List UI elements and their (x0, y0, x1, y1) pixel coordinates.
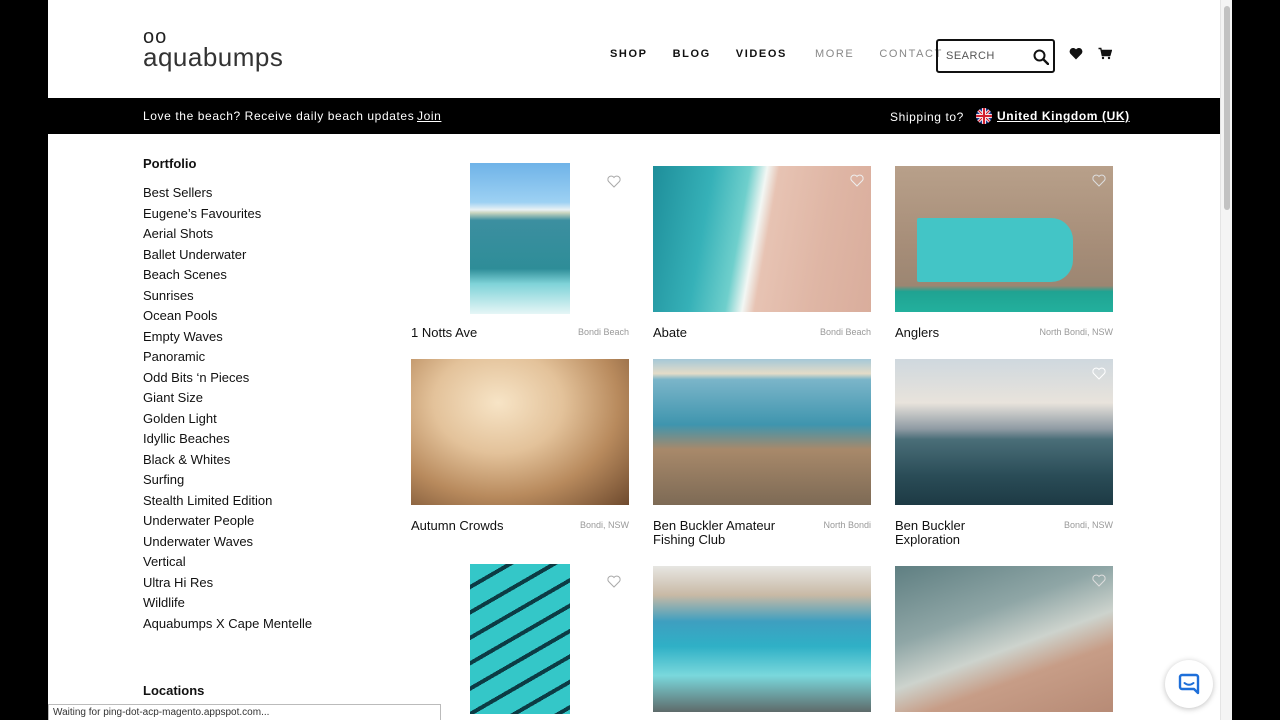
scrollbar-thumb[interactable] (1224, 6, 1230, 210)
product-image[interactable] (653, 166, 871, 312)
page: oo aquabumps SHOP BLOG VIDEOS MORE CONTA… (48, 0, 1220, 720)
wishlist-heart-icon[interactable] (607, 575, 621, 593)
wishlist-heart-icon[interactable] (1092, 174, 1106, 192)
product-name[interactable]: Ben Buckler Amateur Fishing Club (653, 519, 793, 547)
product-location: Bondi, NSW (579, 520, 629, 530)
uk-flag-icon (976, 108, 992, 127)
country-selector[interactable]: United Kingdom (UK) (997, 109, 1130, 123)
nav-blog[interactable]: BLOG (673, 48, 711, 60)
sidebar-item-idyllic-beaches[interactable]: Idyllic Beaches (143, 431, 312, 452)
product-card[interactable] (411, 564, 629, 720)
portfolio-list: Best Sellers Eugene’s Favourites Aerial … (143, 185, 312, 636)
join-link[interactable]: Join (417, 109, 441, 123)
sidebar-item-best-sellers[interactable]: Best Sellers (143, 185, 312, 206)
product-card[interactable]: Anglers North Bondi, NSW (895, 166, 1113, 346)
sidebar-item-golden-light[interactable]: Golden Light (143, 411, 312, 432)
browser-status-bar: Waiting for ping-dot-acp-magento.appspot… (48, 704, 441, 720)
nav-more[interactable]: MORE (815, 48, 854, 60)
sidebar-item-sunrises[interactable]: Sunrises (143, 288, 312, 309)
scrollbar[interactable] (1220, 0, 1232, 720)
product-location: North Bondi, NSW (1039, 327, 1113, 337)
product-image[interactable] (653, 566, 871, 712)
product-image[interactable] (470, 564, 570, 714)
wishlist-heart-icon[interactable] (1092, 574, 1106, 592)
promo-text: Love the beach? Receive daily beach upda… (143, 109, 415, 123)
sidebar-item-surfing[interactable]: Surfing (143, 472, 312, 493)
sidebar-item-aerial-shots[interactable]: Aerial Shots (143, 226, 312, 247)
product-name[interactable]: Autumn Crowds (411, 519, 503, 533)
product-image[interactable] (895, 166, 1113, 312)
locations-heading: Locations (143, 683, 205, 698)
sidebar-item-vertical[interactable]: Vertical (143, 554, 312, 575)
product-name[interactable]: Abate (653, 326, 687, 340)
search-input[interactable] (946, 48, 1026, 64)
product-card[interactable] (895, 566, 1113, 720)
sidebar-item-stealth-limited-edition[interactable]: Stealth Limited Edition (143, 493, 312, 514)
sidebar-item-cape-mentelle[interactable]: Aquabumps X Cape Mentelle (143, 616, 312, 637)
nav-shop[interactable]: SHOP (610, 48, 648, 60)
wishlist-heart-icon[interactable] (607, 175, 621, 193)
product-image[interactable] (653, 359, 871, 505)
heart-icon[interactable] (1069, 47, 1083, 65)
sidebar-item-odd-bits[interactable]: Odd Bits ‘n Pieces (143, 370, 312, 391)
sidebar-item-eugenes-favourites[interactable]: Eugene’s Favourites (143, 206, 312, 227)
product-image[interactable] (470, 163, 570, 314)
chat-icon (1178, 673, 1200, 700)
logo[interactable]: oo aquabumps (143, 27, 284, 72)
product-card[interactable]: Ben Buckler Amateur Fishing Club North B… (653, 359, 871, 549)
logo-wordmark: aquabumps (143, 42, 284, 72)
sidebar-item-ballet-underwater[interactable]: Ballet Underwater (143, 247, 312, 268)
product-card[interactable]: Abate Bondi Beach (653, 166, 871, 346)
product-image[interactable] (895, 566, 1113, 712)
product-name[interactable]: Ben Buckler Exploration (895, 519, 995, 547)
wishlist-heart-icon[interactable] (1092, 367, 1106, 385)
product-location: Bondi, NSW (1063, 520, 1113, 530)
product-location: North Bondi (823, 520, 871, 530)
product-card[interactable]: Autumn Crowds Bondi, NSW (411, 359, 629, 549)
sidebar-item-beach-scenes[interactable]: Beach Scenes (143, 267, 312, 288)
nav-videos[interactable]: VIDEOS (736, 48, 787, 60)
search-box[interactable] (936, 39, 1055, 73)
shipping-label: Shipping to? (890, 110, 964, 124)
sidebar-item-giant-size[interactable]: Giant Size (143, 390, 312, 411)
product-image[interactable] (895, 359, 1113, 505)
product-image[interactable] (411, 359, 629, 505)
product-card[interactable]: 1 Notts Ave Bondi Beach (411, 163, 629, 343)
chat-widget-button[interactable] (1165, 660, 1213, 708)
nav-contact[interactable]: CONTACT (879, 48, 943, 60)
product-name[interactable]: 1 Notts Ave (411, 326, 477, 340)
sidebar-item-ultra-hi-res[interactable]: Ultra Hi Res (143, 575, 312, 596)
product-name[interactable]: Anglers (895, 326, 939, 340)
sidebar-item-panoramic[interactable]: Panoramic (143, 349, 312, 370)
portfolio-heading: Portfolio (143, 156, 197, 171)
cart-icon[interactable] (1098, 47, 1113, 65)
sidebar-item-underwater-people[interactable]: Underwater People (143, 513, 312, 534)
sidebar-item-wildlife[interactable]: Wildlife (143, 595, 312, 616)
main-nav: SHOP BLOG VIDEOS MORE CONTACT (610, 48, 943, 60)
product-location: Bondi Beach (577, 327, 629, 337)
product-location: Bondi Beach (819, 327, 871, 337)
product-card[interactable]: Ben Buckler Exploration Bondi, NSW (895, 359, 1113, 549)
sidebar-item-black-whites[interactable]: Black & Whites (143, 452, 312, 473)
search-icon[interactable] (1033, 49, 1050, 70)
product-card[interactable] (653, 566, 871, 720)
wishlist-heart-icon[interactable] (850, 174, 864, 192)
sidebar-item-underwater-waves[interactable]: Underwater Waves (143, 534, 312, 555)
sidebar-item-empty-waves[interactable]: Empty Waves (143, 329, 312, 350)
promo-banner: Love the beach? Receive daily beach upda… (48, 98, 1220, 134)
sidebar-item-ocean-pools[interactable]: Ocean Pools (143, 308, 312, 329)
